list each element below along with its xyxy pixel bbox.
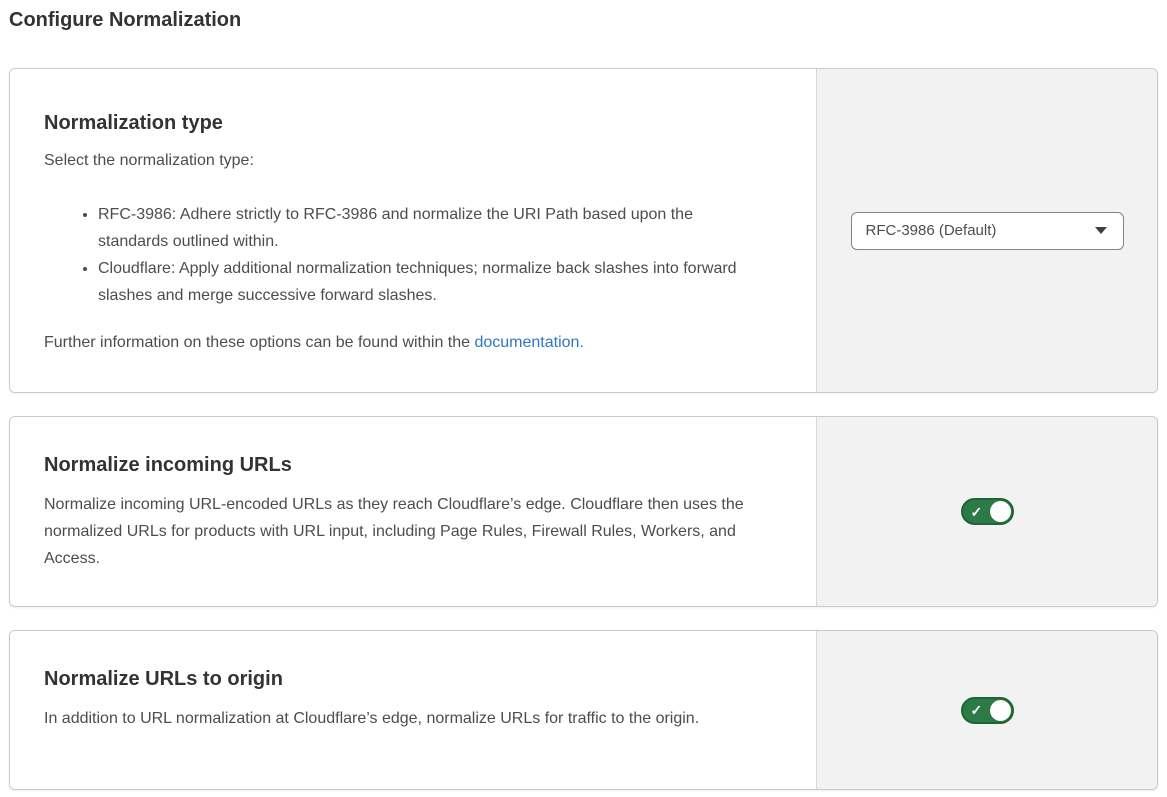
footer-prefix-text: Further information on these options can… <box>44 334 474 351</box>
card-title: Normalization type <box>44 109 766 137</box>
card-normalize-urls-to-origin: Normalize URLs to origin In addition to … <box>9 630 1158 790</box>
card-normalization-type: Normalization type Select the normalizat… <box>9 68 1158 393</box>
select-value: RFC-3986 (Default) <box>866 222 997 239</box>
list-item-rfc3986: RFC-3986: Adhere strictly to RFC-3986 an… <box>98 201 766 255</box>
check-icon: ✓ <box>971 703 983 717</box>
normalization-type-select[interactable]: RFC-3986 (Default) <box>851 212 1124 250</box>
card-content: Normalize incoming URLs Normalize incomi… <box>10 417 816 606</box>
toggle-knob <box>990 700 1011 721</box>
normalize-incoming-urls-toggle[interactable]: ✓ <box>961 498 1014 525</box>
card-description: Normalize incoming URL-encoded URLs as t… <box>44 491 754 572</box>
card-content: Normalization type Select the normalizat… <box>10 69 816 392</box>
card-subtitle: Select the normalization type: <box>44 149 766 173</box>
card-title: Normalize URLs to origin <box>44 665 766 693</box>
configure-normalization-page: Configure Normalization Normalization ty… <box>0 0 1167 790</box>
toggle-knob <box>990 501 1011 522</box>
card-footer: Further information on these options can… <box>44 331 766 355</box>
chevron-down-icon <box>1095 227 1107 234</box>
check-icon: ✓ <box>971 505 983 519</box>
list-item-cloudflare: Cloudflare: Apply additional normalizati… <box>98 255 766 309</box>
card-description: In addition to URL normalization at Clou… <box>44 705 754 732</box>
card-title: Normalize incoming URLs <box>44 451 766 479</box>
normalize-urls-to-origin-toggle[interactable]: ✓ <box>961 697 1014 724</box>
card-control-panel: ✓ <box>816 631 1157 789</box>
card-control-panel: ✓ <box>816 417 1157 606</box>
page-title: Configure Normalization <box>9 8 1158 32</box>
footer-period: . <box>579 334 583 351</box>
documentation-link[interactable]: documentation <box>474 334 579 351</box>
card-normalize-incoming-urls: Normalize incoming URLs Normalize incomi… <box>9 416 1158 607</box>
card-control-panel: RFC-3986 (Default) <box>816 69 1157 392</box>
card-content: Normalize URLs to origin In addition to … <box>10 631 816 789</box>
normalization-options-list: RFC-3986: Adhere strictly to RFC-3986 an… <box>44 201 766 309</box>
